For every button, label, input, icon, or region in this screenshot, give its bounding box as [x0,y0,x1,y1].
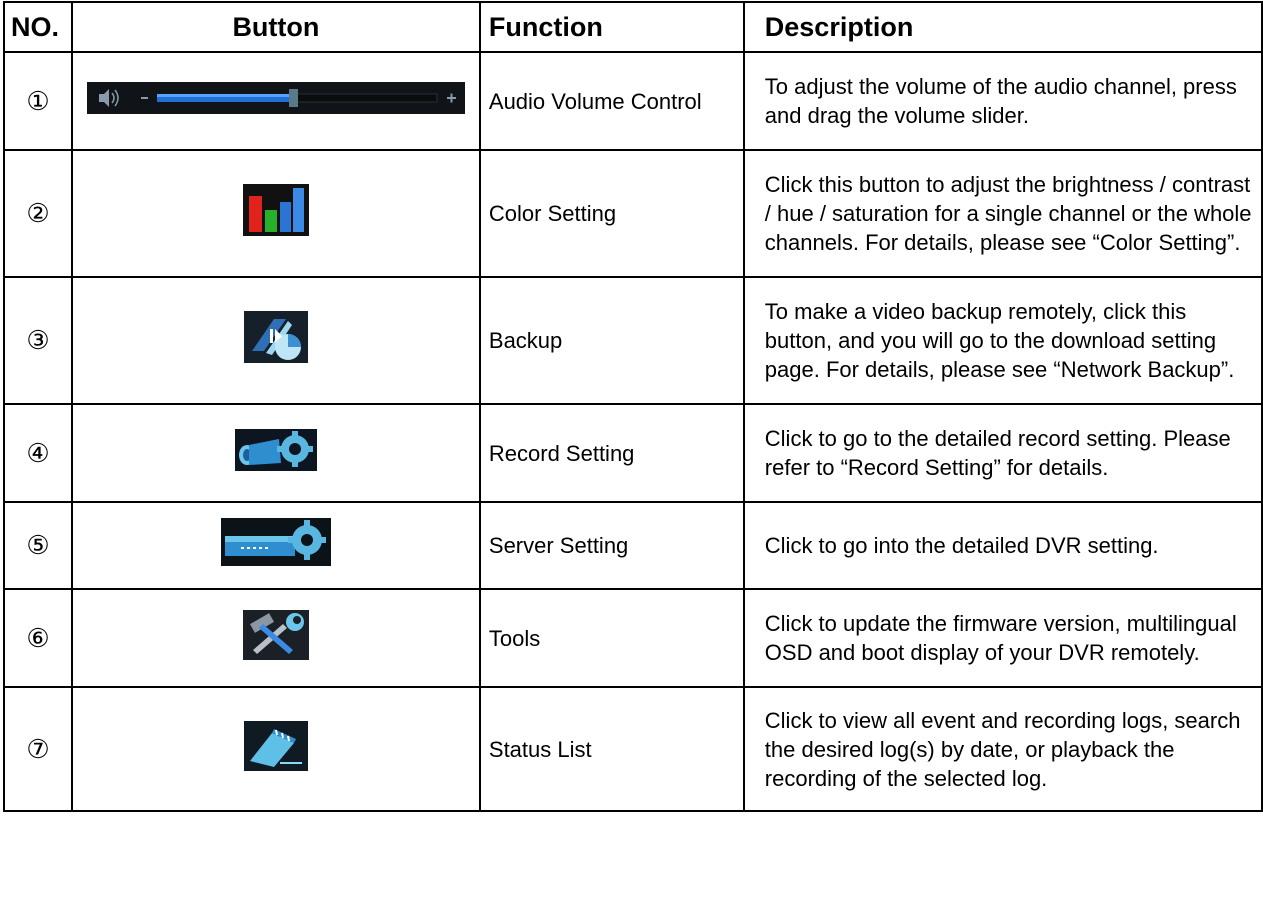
function-label: Audio Volume Control [478,51,745,151]
description-text: To make a video backup remotely, click t… [742,276,1263,405]
description-text: Click to view all event and recording lo… [742,686,1263,812]
header-function: Function [478,1,745,53]
row-number: ① [3,51,73,151]
function-label: Server Setting [478,501,745,590]
backup-icon [243,311,308,370]
button-function-table: NO. Button Function Description ① Audio … [3,1,1263,812]
header-no: NO. [3,1,73,53]
header-description: Description [742,1,1263,53]
table-row: ④ Record Setting Click to go to the deta… [3,403,1263,503]
row-number: ⑦ [3,686,73,812]
header-button: Button [70,1,481,53]
row-number: ⑤ [3,501,73,590]
table-row: ⑤ Server Setting Click to go into the de… [3,501,1263,590]
description-text: Click to go to the detailed record setti… [742,403,1263,503]
description-text: Click to update the firmware version, mu… [742,588,1263,688]
description-text: Click this button to adjust the brightne… [742,149,1263,278]
description-text: Click to go into the detailed DVR settin… [742,501,1263,590]
row-number: ② [3,149,73,278]
function-label: Record Setting [478,403,745,503]
function-label: Backup [478,276,745,405]
server-gear-icon [220,518,331,573]
table-row: ① Audio Volume Control To adjust the vol… [3,51,1263,151]
status-list-icon [243,720,308,778]
row-number: ④ [3,403,73,503]
function-label: Tools [478,588,745,688]
color-bars-icon [242,184,309,243]
volume-slider-icon [86,81,465,121]
tools-icon [242,609,309,667]
camera-gear-icon [234,428,317,478]
description-text: To adjust the volume of the audio channe… [742,51,1263,151]
function-label: Color Setting [478,149,745,278]
table-row: ⑥ Tools Click to update the firmware ver… [3,588,1263,688]
table-row: ③ Backup To make a video backup remotely… [3,276,1263,405]
header-row: NO. Button Function Description [3,1,1263,53]
row-number: ③ [3,276,73,405]
row-number: ⑥ [3,588,73,688]
table-row: ② Color Setting Click this button to adj… [3,149,1263,278]
function-label: Status List [478,686,745,812]
table-row: ⑦ Status List Click to view all event an… [3,686,1263,812]
